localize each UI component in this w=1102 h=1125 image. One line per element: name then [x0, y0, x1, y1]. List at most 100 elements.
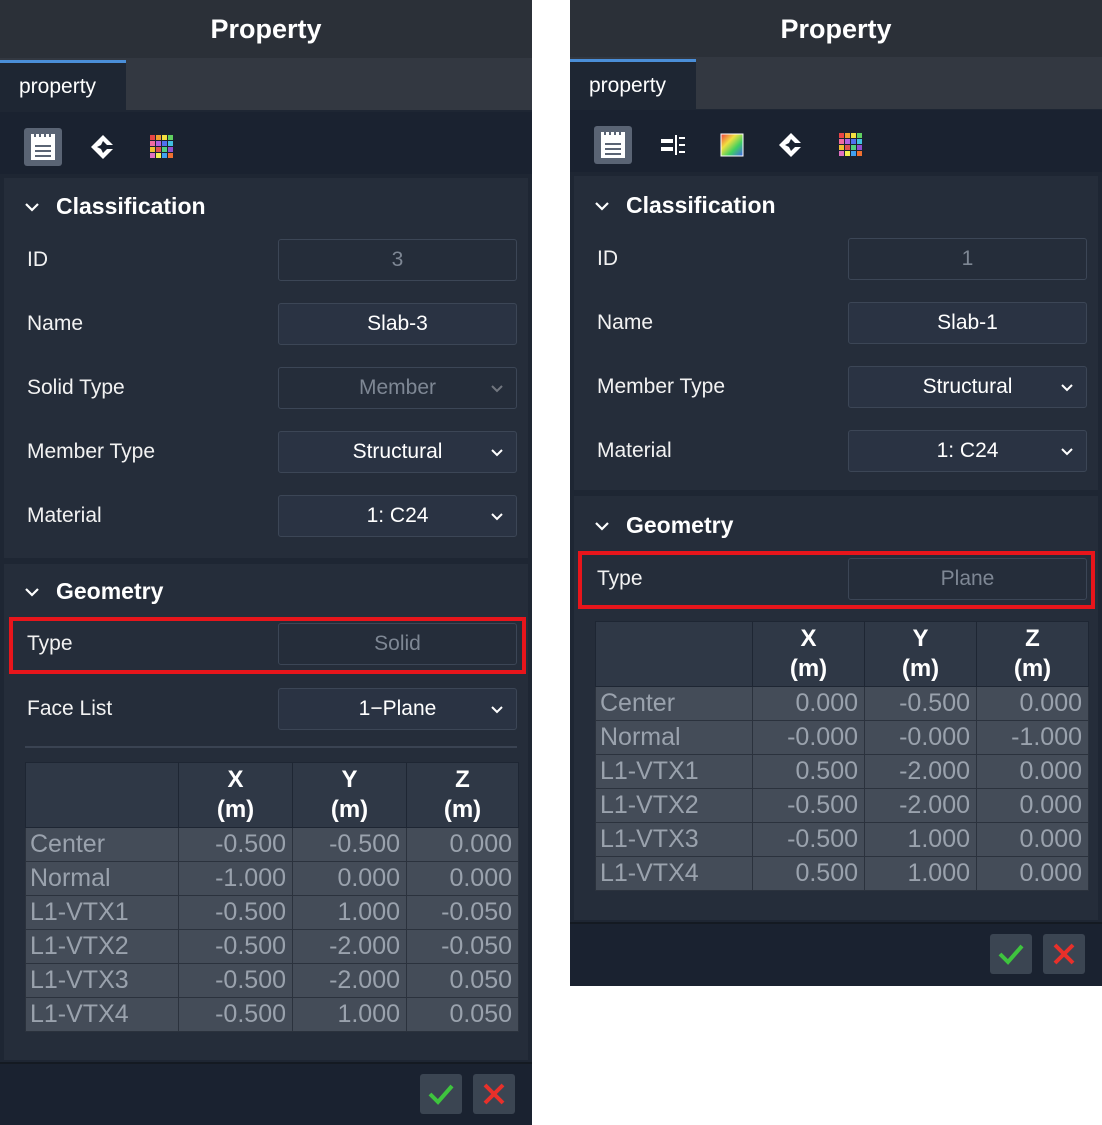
footer-bar [570, 922, 1102, 986]
toolbar [570, 110, 1102, 172]
table-row: Center -0.500 -0.500 0.000 [25, 827, 519, 862]
material-label: Material [27, 504, 102, 527]
solid-type-dropdown: Member [278, 367, 517, 409]
cell-x: -0.500 [752, 788, 865, 823]
member-type-dropdown[interactable]: Structural [278, 431, 517, 473]
member-type-dropdown[interactable]: Structural [848, 366, 1087, 408]
name-input[interactable]: Slab-3 [278, 303, 517, 345]
chevron-down-icon [595, 521, 609, 531]
table-row: L1-VTX4 -0.500 1.000 0.050 [25, 997, 519, 1032]
row-name: Center [595, 686, 753, 721]
table-row: L1-VTX2 -0.500 -2.000 0.000 [595, 788, 1089, 823]
cancel-button[interactable] [473, 1074, 515, 1114]
cell-y: 0.000 [292, 861, 407, 896]
cell-x: -0.500 [178, 929, 293, 964]
notepad-icon[interactable] [24, 128, 62, 166]
cell-x: -0.500 [178, 827, 293, 862]
row-name: L1-VTX1 [25, 895, 179, 930]
name-input[interactable]: Slab-1 [848, 302, 1087, 344]
color-grid-icon[interactable] [832, 126, 870, 164]
cell-y: -0.500 [292, 827, 407, 862]
gradient-icon[interactable] [713, 126, 751, 164]
material-dropdown[interactable]: 1: C24 [848, 430, 1087, 472]
cell-x: -0.000 [752, 720, 865, 755]
cell-x: 0.500 [752, 856, 865, 891]
cell-x: -0.500 [178, 997, 293, 1032]
table-row: Center 0.000 -0.500 0.000 [595, 686, 1089, 721]
material-dropdown[interactable]: 1: C24 [278, 495, 517, 537]
property-panel-left: Property property Classification ID 3 Na… [0, 0, 532, 1125]
toolbar [0, 112, 532, 174]
column-header-x: X (m) [178, 762, 293, 828]
chevron-down-icon [25, 202, 39, 212]
cell-z: 0.050 [406, 997, 519, 1032]
confirm-button[interactable] [420, 1074, 462, 1114]
cell-y: 1.000 [864, 856, 977, 891]
row-name: Normal [595, 720, 753, 755]
tab-property[interactable]: property [570, 59, 696, 109]
table-row: L1-VTX1 0.500 -2.000 0.000 [595, 754, 1089, 789]
id-label: ID [597, 247, 618, 270]
cell-z: -0.050 [406, 895, 519, 930]
row-name: L1-VTX3 [595, 822, 753, 857]
column-header-x: X (m) [752, 621, 865, 687]
column-header-z: Z (m) [976, 621, 1089, 687]
classification-header[interactable]: Classification [592, 192, 776, 219]
row-name: L1-VTX2 [595, 788, 753, 823]
table-row: L1-VTX3 -0.500 -2.000 0.050 [25, 963, 519, 998]
column-header-z: Z (m) [406, 762, 519, 828]
tab-property[interactable]: property [0, 60, 126, 110]
material-label: Material [597, 439, 672, 462]
cell-x: 0.500 [752, 754, 865, 789]
cell-z: 0.000 [406, 861, 519, 896]
row-name: Center [25, 827, 179, 862]
cell-x: -0.500 [178, 963, 293, 998]
cell-z: -1.000 [976, 720, 1089, 755]
cell-z: 0.000 [976, 856, 1089, 891]
table-header-row: X (m) Y (m) Z (m) [25, 762, 519, 828]
classification-header[interactable]: Classification [22, 193, 206, 220]
geometry-header[interactable]: Geometry [592, 512, 733, 539]
cell-x: -1.000 [178, 861, 293, 896]
cell-x: -0.500 [178, 895, 293, 930]
id-field: 1 [848, 238, 1087, 280]
tab-bar: property [0, 58, 532, 110]
geometry-header[interactable]: Geometry [22, 578, 163, 605]
compass-icon[interactable] [84, 128, 122, 166]
close-icon [483, 1083, 505, 1105]
split-align-icon[interactable] [654, 126, 692, 164]
table-header-row: X (m) Y (m) Z (m) [595, 621, 1089, 687]
cell-z: 0.000 [976, 822, 1089, 857]
footer-bar [0, 1062, 532, 1125]
cell-y: 1.000 [864, 822, 977, 857]
row-name: L1-VTX3 [25, 963, 179, 998]
divider [25, 746, 517, 748]
cell-y: -2.000 [292, 963, 407, 998]
compass-icon[interactable] [772, 126, 810, 164]
name-label: Name [597, 311, 654, 334]
row-name: L1-VTX4 [25, 997, 179, 1032]
cell-z: 0.050 [406, 963, 519, 998]
row-name: Normal [25, 861, 179, 896]
chevron-down-icon [1061, 448, 1073, 456]
notepad-icon[interactable] [594, 126, 632, 164]
panel-title: Property [0, 0, 532, 58]
cell-y: -2.000 [864, 788, 977, 823]
highlight-box [578, 551, 1095, 609]
cell-y: -2.000 [292, 929, 407, 964]
cell-z: -0.050 [406, 929, 519, 964]
cancel-button[interactable] [1043, 934, 1085, 974]
color-grid-icon[interactable] [143, 128, 181, 166]
row-name: L1-VTX2 [25, 929, 179, 964]
solid-type-label: Solid Type [27, 376, 125, 399]
cell-z: 0.000 [976, 686, 1089, 721]
chevron-down-icon [1061, 384, 1073, 392]
property-panel-right: Property property Classification ID 1 Na… [570, 0, 1102, 986]
coordinates-table: X (m) Y (m) Z (m) Center 0.000 -0.500 0.000 No… [595, 621, 1089, 891]
check-icon [428, 1084, 454, 1105]
table-row: L1-VTX3 -0.500 1.000 0.000 [595, 822, 1089, 857]
chevron-down-icon [491, 513, 503, 521]
face-list-dropdown[interactable]: 1−Plane [278, 688, 517, 730]
confirm-button[interactable] [990, 934, 1032, 974]
panel-title: Property [570, 0, 1102, 58]
